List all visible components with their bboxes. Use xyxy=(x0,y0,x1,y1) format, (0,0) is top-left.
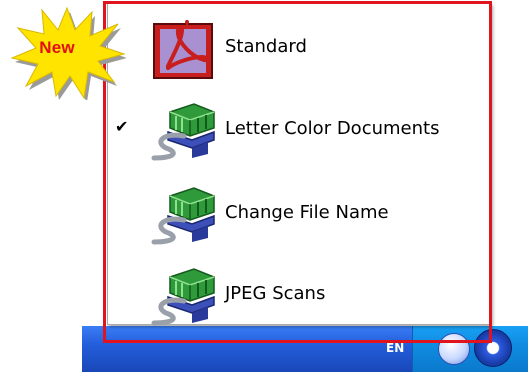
menu-item-jpeg-scans[interactable]: JPEG Scans xyxy=(108,259,490,331)
new-badge-label: New xyxy=(39,38,75,57)
pdf-profile-icon xyxy=(153,20,213,79)
scanner-profile-icon xyxy=(151,187,215,245)
scanner-tray-icon[interactable] xyxy=(474,329,512,367)
menu-item-change-file-name[interactable]: Change File Name xyxy=(108,178,490,250)
tray-app-icon[interactable] xyxy=(438,333,470,365)
menu-item-letter-color-documents[interactable]: ✔ Letter Color Documents xyxy=(108,94,490,166)
language-indicator[interactable]: EN xyxy=(386,341,404,355)
menu-item-label: Letter Color Documents xyxy=(225,118,440,139)
menu-item-label: Change File Name xyxy=(225,202,389,223)
scan-profile-menu: Standard ✔ Letter Color Documents Change… xyxy=(107,3,491,326)
checkmark-icon: ✔ xyxy=(115,117,129,136)
menu-item-label: Standard xyxy=(225,36,307,57)
scanner-profile-icon xyxy=(151,268,215,326)
screen: EN Standard ✔ Letter Color Documents Cha… xyxy=(0,0,528,372)
menu-item-standard[interactable]: Standard xyxy=(108,12,490,84)
scanner-profile-icon xyxy=(151,103,215,161)
menu-item-label: JPEG Scans xyxy=(225,283,326,304)
